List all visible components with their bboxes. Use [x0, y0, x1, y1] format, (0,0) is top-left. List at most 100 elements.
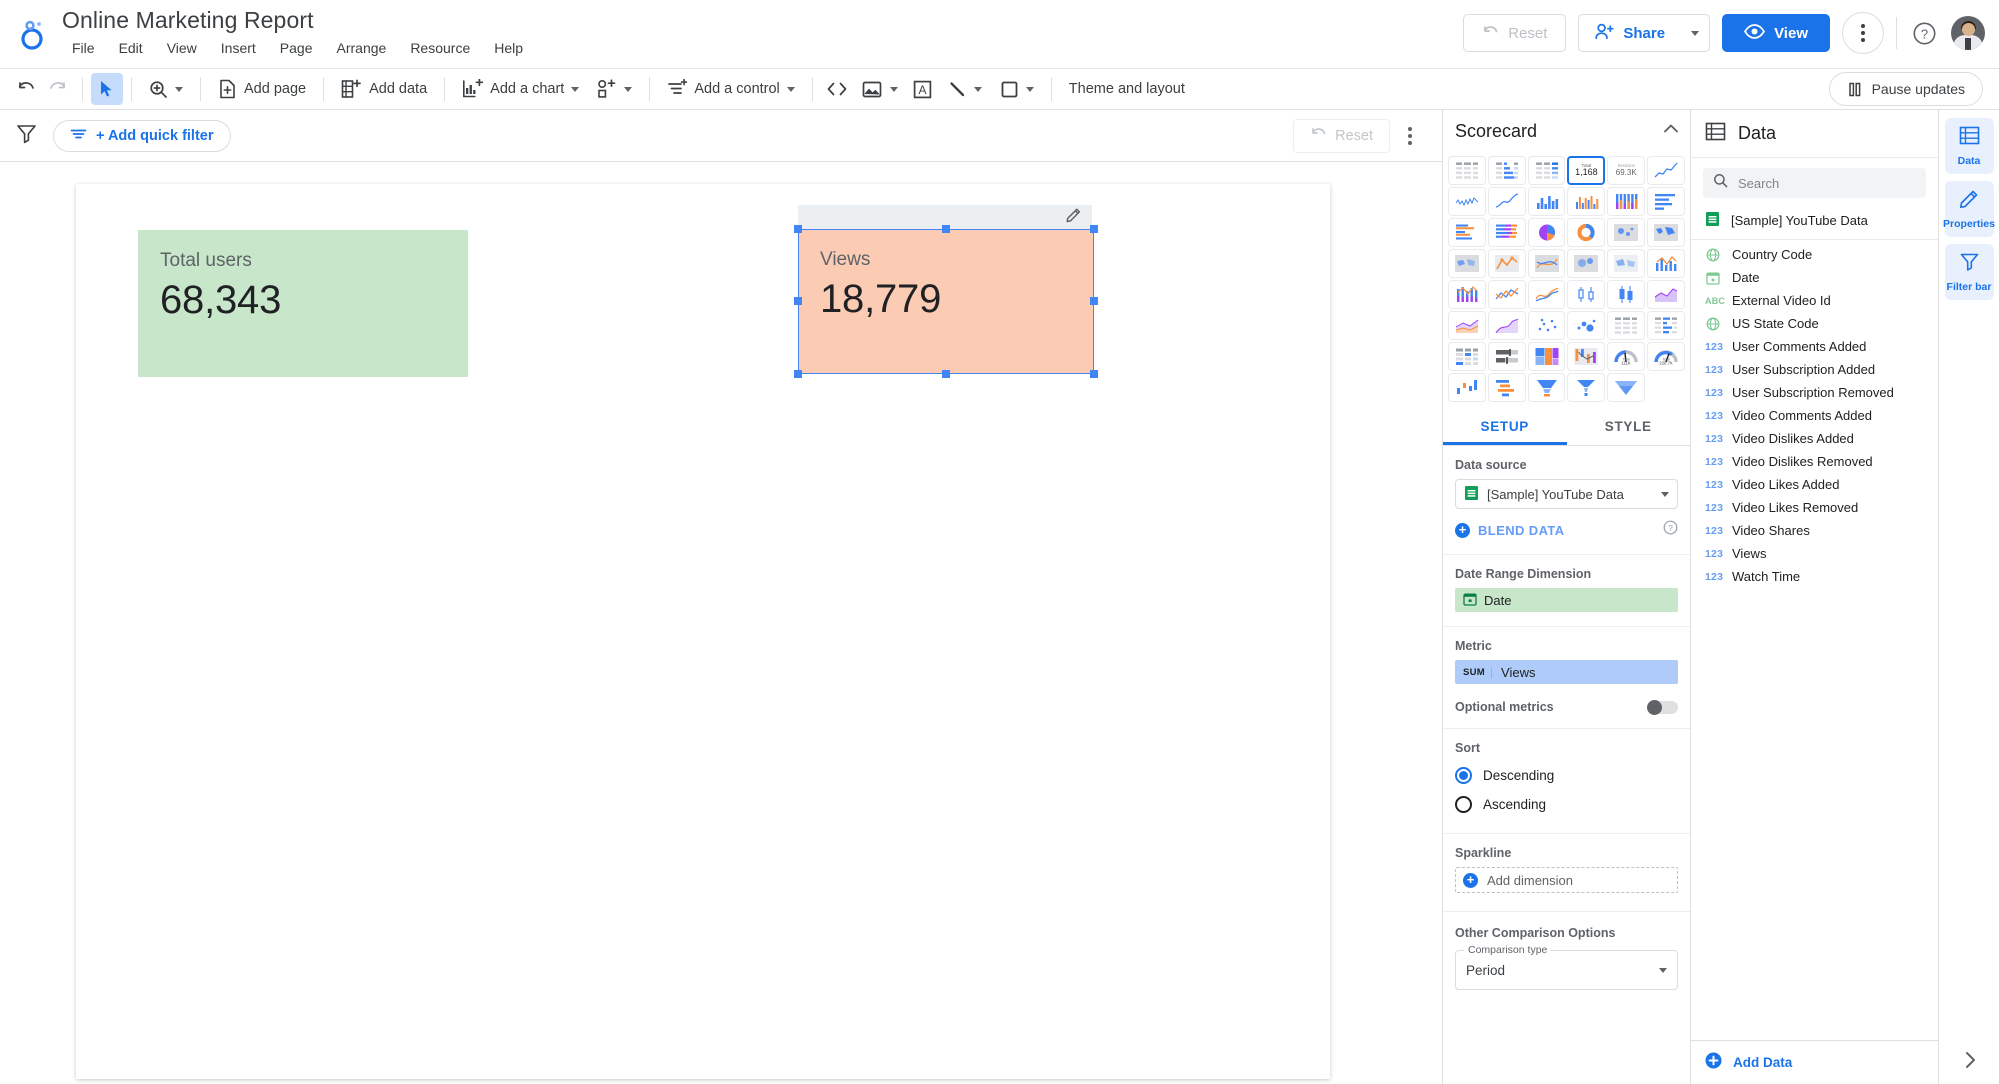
insert-image-button[interactable]: [853, 73, 907, 105]
embed-button[interactable]: [821, 73, 853, 105]
data-field-video-dislikes-added[interactable]: 123Video Dislikes Added: [1691, 427, 1938, 450]
add-data-row[interactable]: Add Data: [1691, 1040, 1938, 1084]
chart-type-gauge-chart[interactable]: Total111K: [1607, 342, 1645, 371]
tab-style[interactable]: STYLE: [1567, 408, 1691, 445]
chart-type-table-with-heatmap-chart[interactable]: [1528, 156, 1566, 185]
view-button[interactable]: View: [1722, 14, 1830, 52]
chart-type-smoothed-area-chart[interactable]: [1488, 311, 1526, 340]
date-range-field-pill[interactable]: Date: [1455, 588, 1678, 612]
sort-option-descending[interactable]: Descending: [1455, 767, 1678, 784]
filter-bar-more-button[interactable]: [1394, 120, 1426, 152]
menu-view[interactable]: View: [155, 36, 209, 60]
chart-type-google-maps-lines[interactable]: [1488, 249, 1526, 278]
chart-type-gauge-chart-2[interactable]: Total220.7K: [1647, 342, 1685, 371]
chart-type-filled-map-chart[interactable]: [1448, 249, 1486, 278]
chart-type-scatter-variant-chart[interactable]: [1448, 373, 1486, 402]
comparison-type-select[interactable]: Comparison type Period: [1455, 950, 1678, 990]
add-control-button[interactable]: Add a control: [658, 73, 803, 105]
data-field-watch-time[interactable]: 123Watch Time: [1691, 565, 1938, 588]
chart-type-geo-chart[interactable]: [1647, 218, 1685, 247]
optional-metrics-toggle[interactable]: [1648, 701, 1678, 714]
chart-type-combo-chart[interactable]: [1647, 249, 1685, 278]
sparkline-add-dimension[interactable]: + Add dimension: [1455, 867, 1678, 893]
data-field-video-likes-removed[interactable]: 123Video Likes Removed: [1691, 496, 1938, 519]
redo-button[interactable]: [42, 73, 74, 105]
chevron-up-icon[interactable]: [1660, 118, 1682, 145]
chart-type-line-combo-chart[interactable]: [1488, 280, 1526, 309]
data-field-views[interactable]: 123Views: [1691, 542, 1938, 565]
data-search-field[interactable]: Search: [1703, 168, 1926, 198]
resize-handle-ne[interactable]: [1090, 225, 1098, 233]
menu-page[interactable]: Page: [268, 36, 325, 60]
share-button[interactable]: Share: [1579, 15, 1679, 51]
resize-handle-sw[interactable]: [794, 370, 802, 378]
chart-type-stacked-combo-chart[interactable]: [1448, 280, 1486, 309]
chart-type-bar-variant-chart[interactable]: [1488, 373, 1526, 402]
looker-studio-logo-icon[interactable]: [8, 0, 56, 68]
data-field-user-comments-added[interactable]: 123User Comments Added: [1691, 335, 1938, 358]
pencil-icon[interactable]: [1066, 207, 1082, 228]
insert-text-button[interactable]: A: [907, 73, 939, 105]
help-button[interactable]: ?: [1909, 18, 1939, 48]
resize-handle-se[interactable]: [1090, 370, 1098, 378]
chart-type-waterfall-chart[interactable]: [1567, 342, 1605, 371]
data-source-select[interactable]: [Sample] YouTube Data: [1455, 479, 1678, 509]
scorecard-total-users[interactable]: Total users 68,343: [138, 230, 468, 377]
resize-handle-s[interactable]: [942, 370, 950, 378]
data-field-video-comments-added[interactable]: 123Video Comments Added: [1691, 404, 1938, 427]
resize-handle-w[interactable]: [794, 297, 802, 305]
radio-descending[interactable]: [1455, 767, 1472, 784]
help-circle-icon[interactable]: ?: [1663, 520, 1678, 540]
rail-item-data[interactable]: Data: [1945, 118, 1994, 174]
chart-type-sparkline-chart[interactable]: [1448, 187, 1486, 216]
chart-type-google-maps-paths[interactable]: [1528, 249, 1566, 278]
metric-field-pill[interactable]: SUM Views: [1455, 660, 1678, 684]
chart-type-scorecard-compact[interactable]: Sessions69.3K: [1607, 156, 1645, 185]
menu-arrange[interactable]: Arrange: [325, 36, 399, 60]
data-field-date[interactable]: Date: [1691, 266, 1938, 289]
chart-type-scatter-chart[interactable]: [1528, 311, 1566, 340]
data-field-video-shares[interactable]: 123Video Shares: [1691, 519, 1938, 542]
add-chart-button[interactable]: Add a chart: [453, 73, 588, 105]
chart-type-google-maps-bubble[interactable]: [1607, 218, 1645, 247]
chart-type-stacked-bar-chart[interactable]: [1488, 218, 1526, 247]
data-field-country-code[interactable]: Country Code: [1691, 243, 1938, 266]
chart-type-area-chart[interactable]: [1647, 280, 1685, 309]
menu-insert[interactable]: Insert: [209, 36, 268, 60]
chart-type-bullet-chart[interactable]: [1488, 342, 1526, 371]
data-field-video-likes-added[interactable]: 123Video Likes Added: [1691, 473, 1938, 496]
menu-edit[interactable]: Edit: [107, 36, 155, 60]
chart-type-candlestick-chart[interactable]: [1567, 280, 1605, 309]
chart-type-bubble-chart[interactable]: [1567, 311, 1605, 340]
chart-type-time-series-chart[interactable]: [1647, 156, 1685, 185]
avatar[interactable]: [1951, 16, 1985, 50]
chart-type-grouped-bar-chart[interactable]: [1448, 218, 1486, 247]
chart-type-stacked-column-chart[interactable]: [1607, 187, 1645, 216]
add-quick-filter-button[interactable]: + Add quick filter: [53, 120, 231, 152]
insert-line-button[interactable]: [939, 73, 991, 105]
chart-type-funnel-chart[interactable]: [1528, 373, 1566, 402]
chart-type-smoothed-combo-chart[interactable]: [1528, 280, 1566, 309]
chart-type-funnel-simple-chart[interactable]: [1607, 373, 1645, 402]
chart-type-column-chart[interactable]: [1528, 187, 1566, 216]
reset-button[interactable]: Reset: [1463, 14, 1566, 52]
scorecard-views-selection[interactable]: Views 18,779: [798, 229, 1094, 374]
chart-type-grid[interactable]: Total1,168Sessions69.3K Total111KTotal220…: [1443, 152, 1690, 408]
data-field-external-video-id[interactable]: ABCExternal Video Id: [1691, 289, 1938, 312]
chart-type-stacked-area-chart[interactable]: [1448, 311, 1486, 340]
chart-type-scorecard[interactable]: Total1,168: [1567, 156, 1605, 185]
scorecard-views[interactable]: Views 18,779: [798, 229, 1094, 374]
menu-file[interactable]: File: [62, 36, 107, 60]
resize-handle-n[interactable]: [942, 225, 950, 233]
data-field-list[interactable]: Country CodeDateABCExternal Video IdUS S…: [1691, 240, 1938, 1040]
chart-type-candlestick-wide-chart[interactable]: [1607, 280, 1645, 309]
resize-handle-nw[interactable]: [794, 225, 802, 233]
pause-updates-button[interactable]: Pause updates: [1829, 72, 1983, 106]
data-source-item[interactable]: [Sample] YouTube Data: [1691, 204, 1938, 240]
resize-handle-e[interactable]: [1090, 297, 1098, 305]
theme-and-layout-button[interactable]: Theme and layout: [1060, 73, 1194, 105]
add-page-button[interactable]: Add page: [209, 73, 315, 105]
data-field-user-subscription-removed[interactable]: 123User Subscription Removed: [1691, 381, 1938, 404]
chart-type-pivot-table[interactable]: [1607, 311, 1645, 340]
page-title[interactable]: Online Marketing Report: [62, 6, 535, 34]
